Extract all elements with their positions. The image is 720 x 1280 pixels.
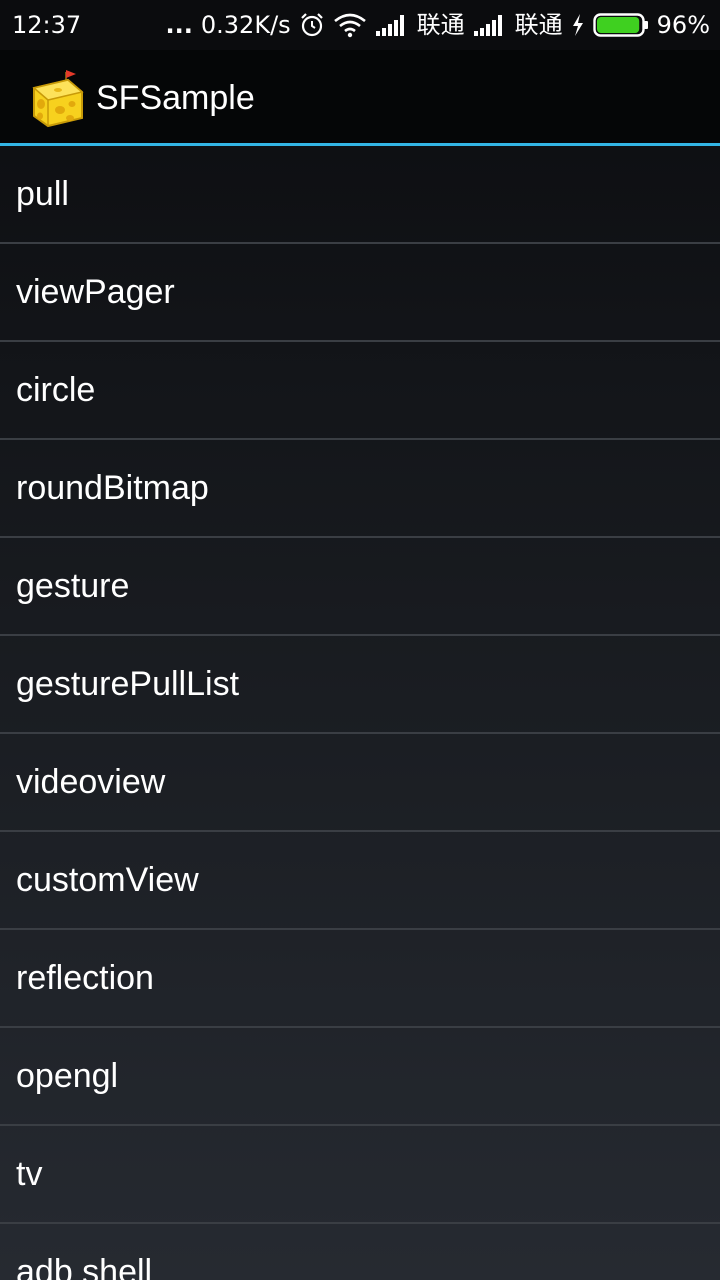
battery-percent: 96%	[656, 11, 710, 39]
carrier-label-1: 联通	[416, 11, 465, 39]
carrier-label-2: 联通	[514, 11, 563, 39]
cheese-icon[interactable]	[28, 66, 86, 128]
alarm-icon	[299, 12, 325, 38]
status-indicators: ... 0.32K/s 联通 联通 96%	[166, 10, 710, 40]
list-item-videoview[interactable]: videoview	[0, 734, 720, 832]
charging-icon	[571, 13, 585, 37]
list-item-adb-shell[interactable]: adb shell	[0, 1224, 720, 1280]
list-item-opengl[interactable]: opengl	[0, 1028, 720, 1126]
wifi-icon	[333, 12, 367, 38]
signal-icon	[473, 13, 507, 37]
screen: 12:37 ... 0.32K/s 联通 联通 96% SFSample pul…	[0, 0, 720, 1280]
battery-level-fill	[596, 17, 639, 33]
status-time: 12:37	[12, 11, 82, 39]
list-item-viewpager[interactable]: viewPager	[0, 244, 720, 342]
list-item-tv[interactable]: tv	[0, 1126, 720, 1224]
action-bar: SFSample	[0, 50, 720, 143]
list-item-customview[interactable]: customView	[0, 832, 720, 930]
status-bar: 12:37 ... 0.32K/s 联通 联通 96%	[0, 0, 720, 50]
status-more-dots: ...	[165, 11, 193, 39]
list-item-gesture[interactable]: gesture	[0, 538, 720, 636]
app-title: SFSample	[96, 79, 255, 117]
list-item-circle[interactable]: circle	[0, 342, 720, 440]
sample-list: pull viewPager circle roundBitmap gestur…	[0, 146, 720, 1280]
signal-icon	[375, 13, 409, 37]
battery-icon	[592, 12, 649, 38]
list-item-reflection[interactable]: reflection	[0, 930, 720, 1028]
list-item-pull[interactable]: pull	[0, 146, 720, 244]
network-speed: 0.32K/s	[200, 11, 291, 39]
list-item-roundbitmap[interactable]: roundBitmap	[0, 440, 720, 538]
list-item-gesturepulllist[interactable]: gesturePullList	[0, 636, 720, 734]
